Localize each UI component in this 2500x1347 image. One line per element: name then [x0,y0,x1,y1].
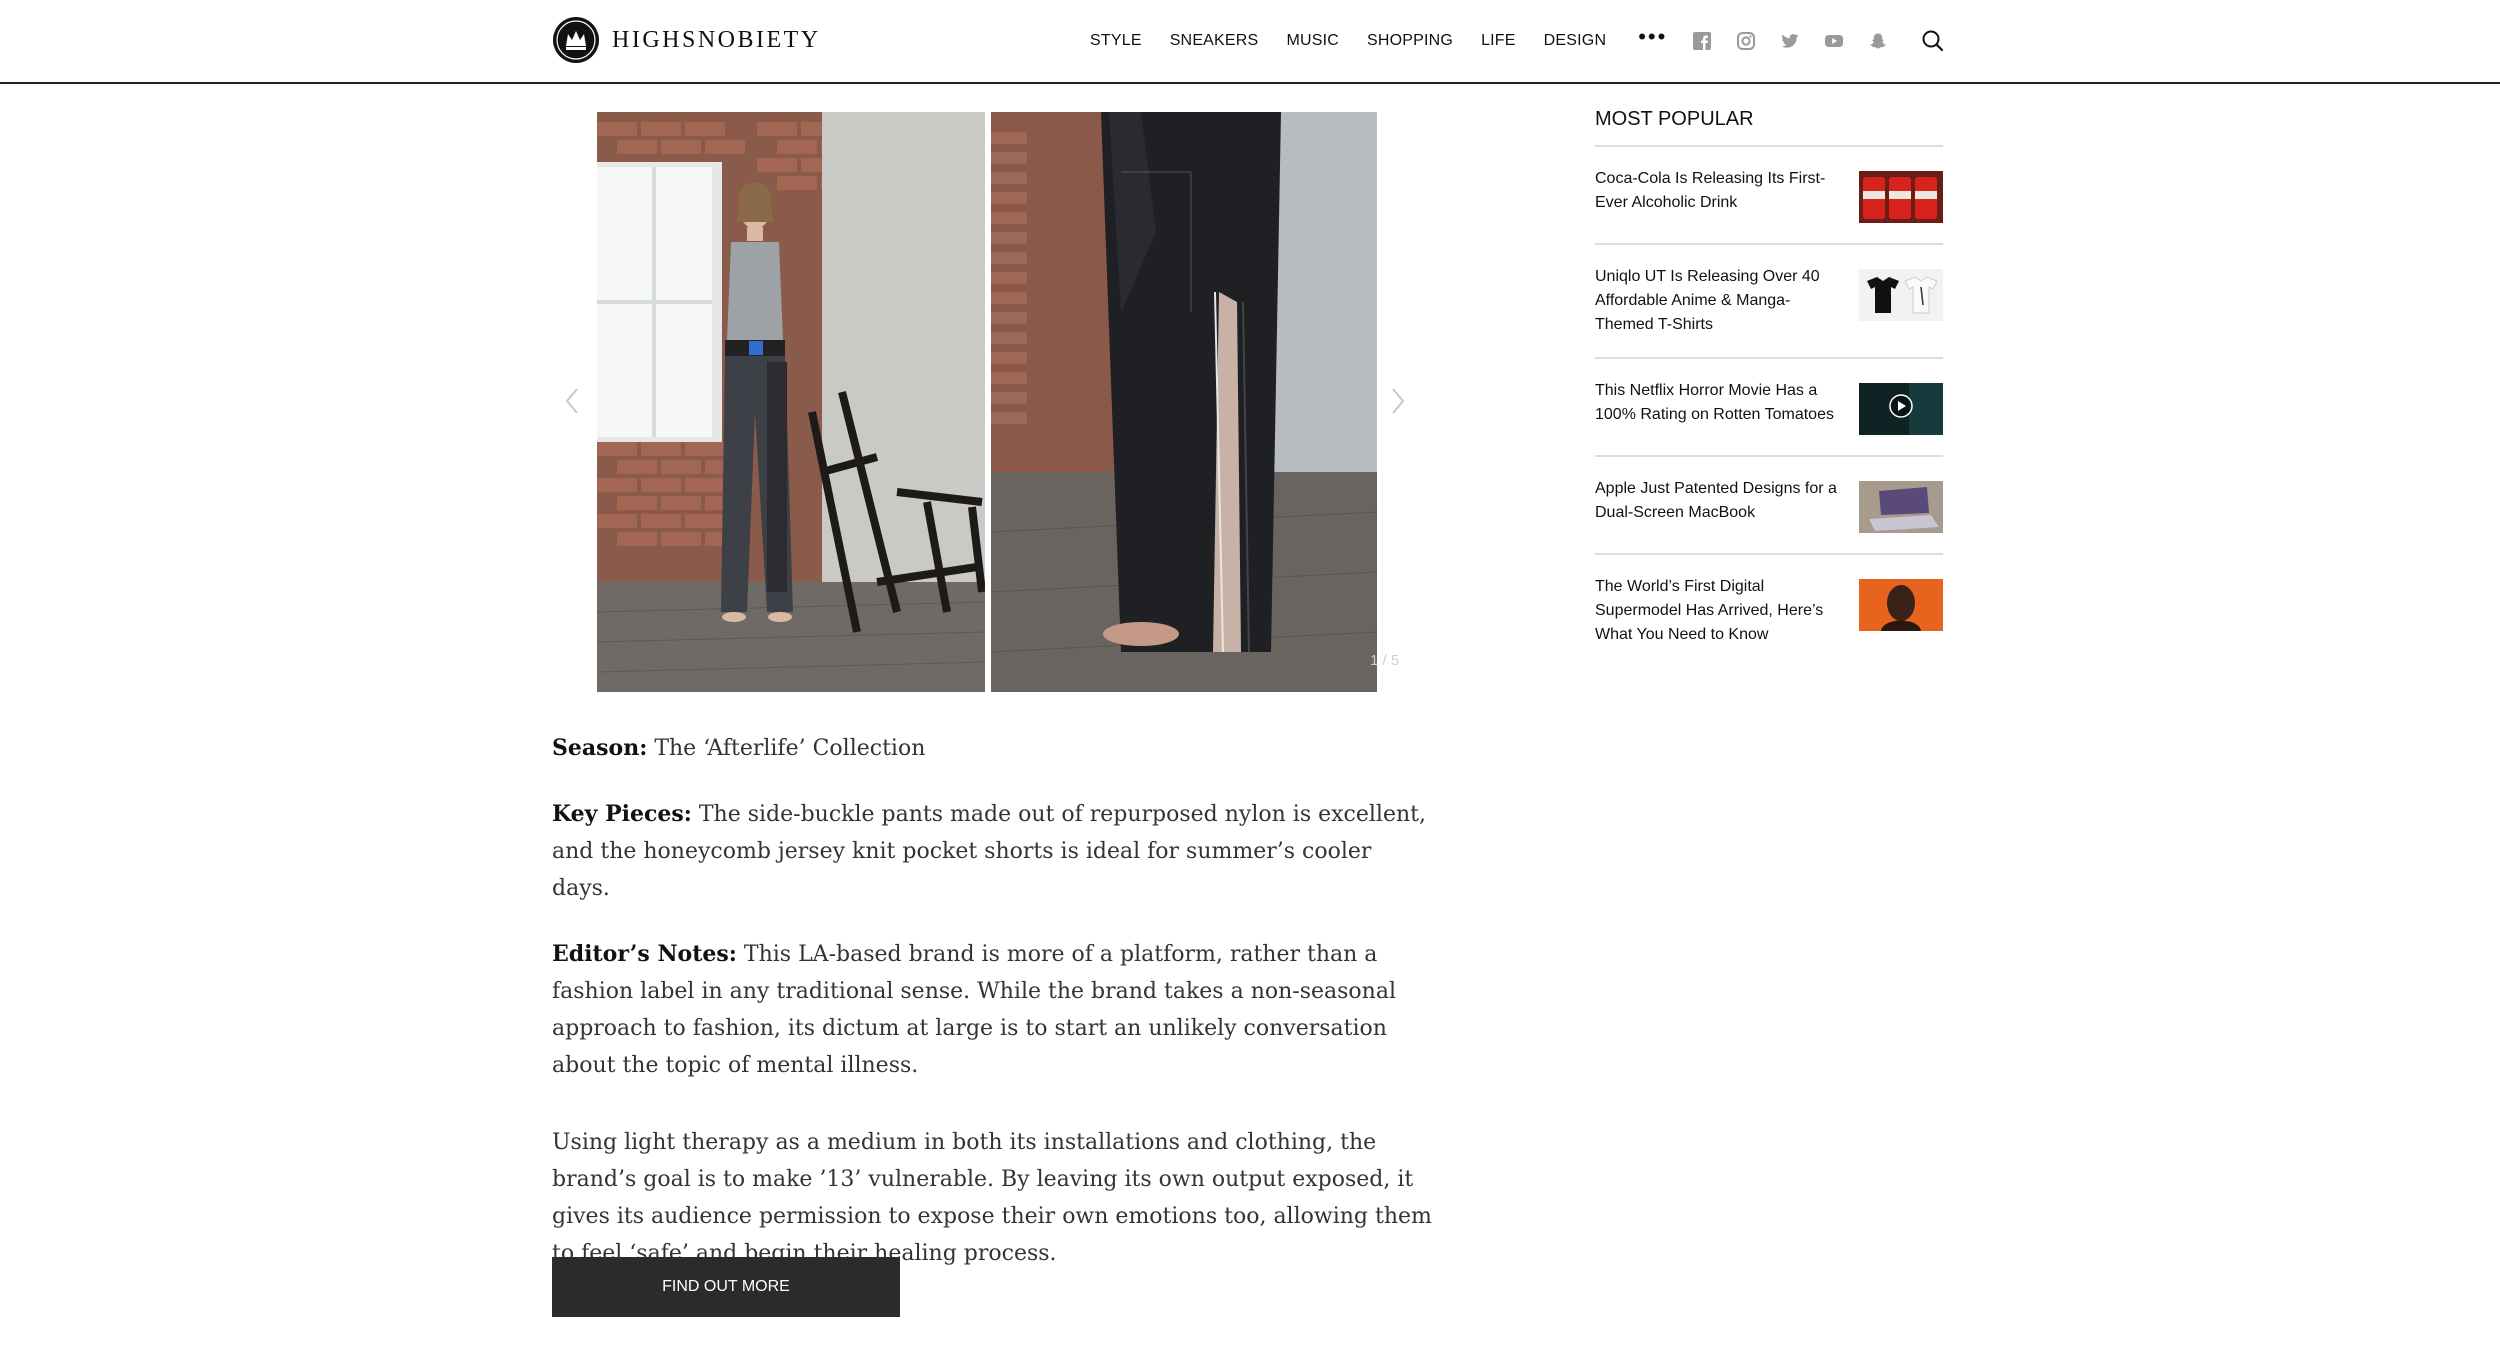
popular-thumbnail-uniqlo-tshirts[interactable] [1859,269,1943,321]
social-links [1693,32,1913,50]
instagram-icon[interactable] [1737,32,1756,50]
popular-item-title[interactable]: Apple Just Patented Designs for a Dual-S… [1595,477,1845,525]
snapchat-icon[interactable] [1869,32,1887,50]
brand-name: HIGHSNOBIETY [612,26,821,53]
key-pieces-label: Key Pieces: [552,801,692,827]
key-pieces-paragraph: Key Pieces: The side-buckle pants made o… [552,796,1432,907]
main-nav: STYLE SNEAKERS MUSIC SHOPPING LIFE DESIG… [1090,0,1913,82]
more-menu-button[interactable]: ••• [1638,26,1667,48]
popular-item-title[interactable]: Uniqlo UT Is Releasing Over 40 Affordabl… [1595,265,1845,337]
season-paragraph: Season: The ‘Afterlife’ Collection [552,730,1432,767]
nav-item-music[interactable]: MUSIC [1286,32,1339,50]
popular-thumbnail-macbook[interactable] [1859,481,1943,533]
crest-logo-icon [553,17,599,63]
chevron-left-icon[interactable] [562,384,582,418]
editors-notes-label: Editor’s Notes: [552,941,737,967]
gallery-image-model-standing [597,112,985,692]
gallery-counter: 1 / 5 [1370,652,1400,669]
most-popular-sidebar: MOST POPULAR Coca-Cola Is Releasing Its … [1595,108,1943,667]
popular-item[interactable]: Coca-Cola Is Releasing Its First-Ever Al… [1595,147,1943,245]
nav-item-shopping[interactable]: SHOPPING [1367,32,1453,50]
popular-item[interactable]: Apple Just Patented Designs for a Dual-S… [1595,457,1943,555]
chevron-right-icon[interactable] [1388,384,1408,418]
popular-thumbnail-digital-supermodel[interactable] [1859,579,1943,631]
editors-notes-paragraph: Editor’s Notes: This LA-based brand is m… [552,936,1432,1084]
popular-item[interactable]: This Netflix Horror Movie Has a 100% Rat… [1595,359,1943,457]
popular-item[interactable]: The World’s First Digital Supermodel Has… [1595,555,1943,667]
popular-thumbnail-coca-cola[interactable] [1859,171,1943,223]
site-logo[interactable]: HIGHSNOBIETY [552,16,821,64]
nav-item-sneakers[interactable]: SNEAKERS [1170,32,1259,50]
season-text: The ‘Afterlife’ Collection [654,736,926,761]
closing-paragraph: Using light therapy as a medium in both … [552,1130,1432,1266]
popular-thumbnail-netflix-video[interactable] [1859,383,1943,435]
popular-item-title[interactable]: This Netflix Horror Movie Has a 100% Rat… [1595,379,1845,427]
popular-item-title[interactable]: The World’s First Digital Supermodel Has… [1595,575,1845,647]
gallery-image-pant-detail [991,112,1377,692]
youtube-icon[interactable] [1825,32,1844,50]
image-gallery: 1 / 5 [552,112,1412,694]
popular-item[interactable]: Uniqlo UT Is Releasing Over 40 Affordabl… [1595,245,1943,359]
most-popular-heading: MOST POPULAR [1595,108,1943,147]
nav-item-life[interactable]: LIFE [1481,32,1516,50]
popular-item-title[interactable]: Coca-Cola Is Releasing Its First-Ever Al… [1595,167,1845,215]
nav-item-design[interactable]: DESIGN [1544,32,1607,50]
facebook-icon[interactable] [1693,32,1712,50]
nav-item-style[interactable]: STYLE [1090,32,1142,50]
twitter-icon[interactable] [1781,32,1799,50]
season-label: Season: [552,735,648,761]
article-body: Season: The ‘Afterlife’ Collection Key P… [552,730,1432,1301]
site-header: HIGHSNOBIETY STYLE SNEAKERS MUSIC SHOPPI… [0,0,2500,84]
search-icon[interactable] [1920,28,1946,54]
find-out-more-button[interactable]: FIND OUT MORE [552,1257,900,1317]
